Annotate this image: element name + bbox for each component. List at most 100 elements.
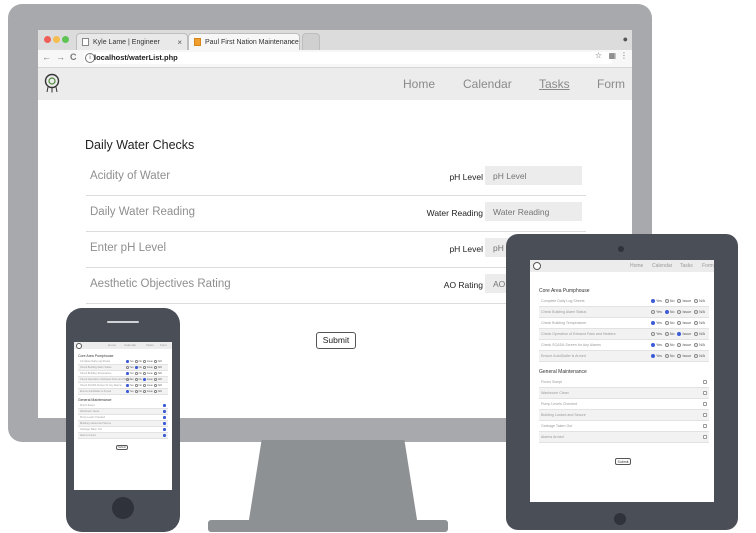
radio-na[interactable]	[694, 332, 699, 337]
task-checkbox[interactable]	[163, 410, 166, 413]
task-checkbox[interactable]	[163, 428, 166, 431]
task-checkbox[interactable]	[703, 402, 707, 406]
dreamcatcher-logo-icon[interactable]	[42, 73, 62, 93]
nav-tasks-link[interactable]: Tasks	[146, 343, 154, 347]
radio-na[interactable]	[694, 354, 699, 359]
browser-tab-kyle-lame[interactable]: Kyle Lame | Engineer ×	[76, 33, 188, 50]
radio-yes[interactable]	[651, 332, 655, 337]
radio-option-label: Issue	[146, 372, 153, 375]
radio-issue[interactable]	[677, 354, 682, 359]
task-checkbox[interactable]	[163, 422, 166, 425]
radio-issue[interactable]	[143, 384, 146, 387]
back-icon[interactable]: ←	[42, 52, 51, 62]
forward-icon[interactable]: →	[56, 52, 65, 62]
url-field[interactable]: i localhost/waterList.php	[84, 52, 612, 64]
task-checkbox[interactable]	[703, 424, 707, 428]
radio-no[interactable]	[664, 332, 669, 337]
nav-home-link[interactable]: Home	[108, 343, 116, 347]
radio-yes[interactable]	[126, 372, 129, 375]
radio-yes[interactable]	[651, 321, 655, 326]
radio-na[interactable]	[154, 378, 157, 381]
radio-yes[interactable]	[126, 378, 129, 381]
radio-no[interactable]	[664, 343, 669, 348]
radio-na[interactable]	[154, 360, 157, 363]
radio-no[interactable]	[135, 372, 138, 375]
nav-home-link[interactable]: Home	[403, 77, 435, 91]
task-checkbox[interactable]	[703, 435, 707, 439]
radio-issue[interactable]	[677, 310, 682, 315]
nav-calendar-link[interactable]: Calendar	[652, 263, 672, 269]
water-reading-input[interactable]	[485, 202, 582, 221]
input-label: pH Level	[449, 172, 483, 182]
task-checkbox[interactable]	[163, 434, 166, 437]
radio-no[interactable]	[664, 321, 669, 326]
nav-tasks-link[interactable]: Tasks	[680, 263, 693, 269]
task-checkbox[interactable]	[703, 413, 707, 417]
nav-form-link[interactable]: Form	[597, 77, 625, 91]
tablet-home-button[interactable]	[614, 513, 626, 525]
radio-na[interactable]	[154, 366, 157, 369]
nav-tasks-link[interactable]: Tasks	[539, 77, 570, 91]
radio-no[interactable]	[135, 384, 138, 387]
phone-home-button[interactable]	[112, 497, 134, 519]
radio-yes[interactable]	[126, 390, 129, 393]
radio-no[interactable]	[135, 366, 138, 369]
ph-level-input[interactable]	[485, 166, 582, 185]
radio-issue[interactable]	[143, 378, 146, 381]
radio-issue[interactable]	[143, 372, 146, 375]
radio-na[interactable]	[154, 384, 157, 387]
radio-issue[interactable]	[143, 360, 146, 363]
browser-tab-maintenance[interactable]: Paul First Nation Maintenance ×	[188, 33, 300, 50]
radio-yes[interactable]	[651, 343, 655, 348]
task-checkbox[interactable]	[703, 391, 707, 395]
radio-yes[interactable]	[651, 310, 655, 315]
nav-form-link[interactable]: Form	[160, 343, 167, 347]
new-tab-button[interactable]	[302, 33, 320, 50]
task-checkbox[interactable]	[163, 404, 166, 407]
task-label: Check SCADA Screen for Any Alarms	[541, 343, 601, 347]
close-tab-icon[interactable]: ×	[289, 34, 294, 51]
radio-yes[interactable]	[126, 360, 129, 363]
nav-calendar-link[interactable]: Calendar	[463, 77, 512, 91]
radio-na[interactable]	[154, 390, 157, 393]
submit-button[interactable]: Submit	[116, 445, 128, 450]
radio-yes[interactable]	[651, 354, 655, 359]
task-label: Floors Swept	[541, 380, 562, 384]
radio-no[interactable]	[664, 354, 669, 359]
radio-na[interactable]	[154, 372, 157, 375]
radio-issue[interactable]	[143, 366, 146, 369]
reload-icon[interactable]: C	[70, 52, 77, 62]
task-checkbox[interactable]	[703, 380, 707, 384]
radio-no[interactable]	[135, 378, 138, 381]
minimize-window-button[interactable]	[53, 36, 60, 43]
radio-na[interactable]	[694, 343, 699, 348]
radio-no[interactable]	[135, 360, 138, 363]
browser-menu-icon[interactable]: ⋮	[620, 51, 628, 60]
radio-no[interactable]	[135, 390, 138, 393]
radio-yes[interactable]	[651, 299, 655, 304]
maximize-window-button[interactable]	[62, 36, 69, 43]
radio-no[interactable]	[664, 299, 669, 304]
profile-icon[interactable]: ●	[623, 34, 628, 44]
bookmark-star-icon[interactable]: ☆	[595, 51, 602, 60]
nav-home-link[interactable]: Home	[630, 263, 643, 269]
close-tab-icon[interactable]: ×	[177, 34, 182, 51]
radio-issue[interactable]	[677, 343, 682, 348]
radio-na[interactable]	[694, 299, 699, 304]
radio-issue[interactable]	[677, 321, 682, 326]
radio-na[interactable]	[694, 310, 699, 315]
nav-calendar-link[interactable]: Calendar	[124, 343, 136, 347]
radio-issue[interactable]	[677, 299, 682, 304]
task-checkbox[interactable]	[163, 416, 166, 419]
nav-form-link[interactable]: Form	[702, 263, 714, 269]
radio-issue[interactable]	[143, 390, 146, 393]
radio-no[interactable]	[664, 310, 669, 315]
extension-icon[interactable]: ▦	[608, 51, 616, 60]
radio-yes[interactable]	[126, 366, 129, 369]
submit-button[interactable]: Submit	[615, 458, 631, 465]
submit-button[interactable]: Submit	[316, 332, 356, 349]
close-window-button[interactable]	[44, 36, 51, 43]
radio-na[interactable]	[694, 321, 699, 326]
radio-issue[interactable]	[677, 332, 682, 337]
radio-yes[interactable]	[126, 384, 129, 387]
